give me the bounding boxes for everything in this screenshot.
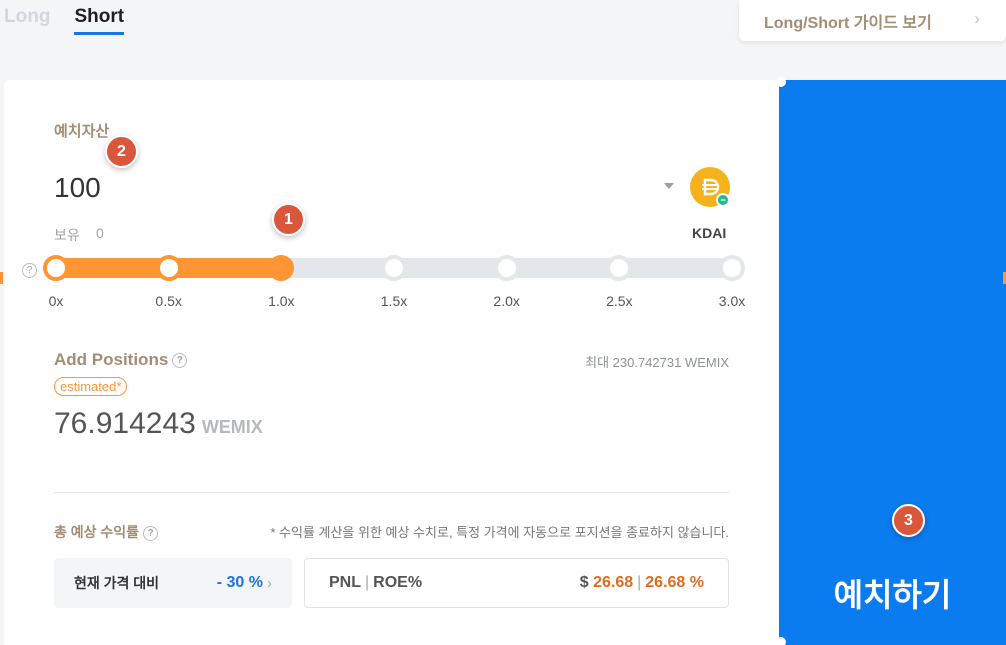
hold-label: 보유 <box>54 227 80 243</box>
link-icon: ∞ <box>716 193 730 207</box>
slider-tick-label: 2.0x <box>493 293 520 309</box>
compare-label: 현재 가격 대비 <box>74 575 160 591</box>
pnl-value: 26.68 <box>593 574 634 591</box>
chevron-right-icon: › <box>974 9 980 28</box>
pnl-roe-label: PNL | ROE% <box>329 574 423 591</box>
guide-button-label: Long/Short 가이드 보기 <box>764 14 932 32</box>
positions-unit: WEMIX <box>201 417 263 437</box>
roi-title-text: 총 예상 수익률 <box>54 524 140 540</box>
slider-tick-label: 3.0x <box>718 293 746 309</box>
positions-value: 76.914243 WEMIX <box>54 407 263 441</box>
tab-short[interactable]: Short <box>74 6 125 35</box>
position-tabs: Long Short <box>4 6 125 35</box>
slider-tick-label: 1.0x <box>268 293 295 309</box>
help-icon[interactable]: ? <box>22 263 37 278</box>
slider-step-6[interactable] <box>719 255 745 281</box>
token-name: KDAI <box>692 225 727 241</box>
deposit-button-label: 예치하기 <box>833 577 952 613</box>
deposit-card: 예치자산 ∞ 보유 0 KDAI ? 1 2 Add Positions? 최대… <box>4 80 779 645</box>
slider-step-0[interactable] <box>43 255 69 281</box>
slider-tick-label: 0.5x <box>155 293 182 309</box>
roe-label: ROE% <box>373 574 423 591</box>
positions-amount: 76.914243 <box>54 407 196 440</box>
hold-value: 0 <box>96 225 104 241</box>
slider-step-3[interactable] <box>381 255 407 281</box>
max-amount: 최대 230.742731 WEMIX <box>585 355 729 370</box>
compare-value: - 30 % <box>216 574 263 591</box>
divider <box>54 492 729 493</box>
roi-note: * 수익률 계산을 위한 예상 수치로, 특정 가격에 자동으로 포지션을 종료… <box>270 525 729 540</box>
pnl-roe-values: $ 26.68 | 26.68 % <box>579 574 704 591</box>
slider-tick-label: 0x <box>48 293 64 309</box>
amount-input[interactable] <box>54 172 654 204</box>
price-compare-selector[interactable]: 현재 가격 대비 - 30 % › <box>54 558 292 608</box>
slider-tick-label: 2.5x <box>606 293 633 309</box>
slider-step-1[interactable] <box>155 255 182 281</box>
dollar-sign: $ <box>579 574 589 591</box>
caret-down-icon[interactable] <box>664 183 674 189</box>
step-badge-3: 3 <box>892 504 925 537</box>
deposit-button[interactable]: 3 예치하기 <box>779 80 1006 645</box>
slider-tick-label: 1.5x <box>380 293 408 309</box>
chevron-right-icon: › <box>267 574 272 592</box>
guide-button[interactable]: Long/Short 가이드 보기 › <box>739 0 1006 41</box>
pnl-label: PNL <box>329 574 361 591</box>
step-badge-1: 1 <box>272 203 305 236</box>
positions-title-text: Add Positions <box>54 350 169 369</box>
roe-value: 26.68 % <box>645 574 704 591</box>
panel-dot <box>776 637 786 645</box>
help-icon[interactable]: ? <box>172 353 188 369</box>
edge-marker <box>0 272 3 284</box>
panel-dot <box>776 77 786 87</box>
tab-long[interactable]: Long <box>4 6 50 35</box>
kdai-token-icon: ∞ <box>690 167 730 207</box>
help-icon[interactable]: ? <box>143 525 159 541</box>
deposit-label: 예치자산 <box>54 123 110 140</box>
slider-step-4[interactable] <box>493 255 520 281</box>
roi-title: 총 예상 수익률? <box>54 522 159 542</box>
pnl-roe-box: PNL | ROE% $ 26.68 | 26.68 % <box>304 558 729 608</box>
estimated-badge: estimated* <box>54 377 128 396</box>
step-badge-2: 2 <box>105 135 138 168</box>
positions-title: Add Positions? <box>54 350 188 370</box>
